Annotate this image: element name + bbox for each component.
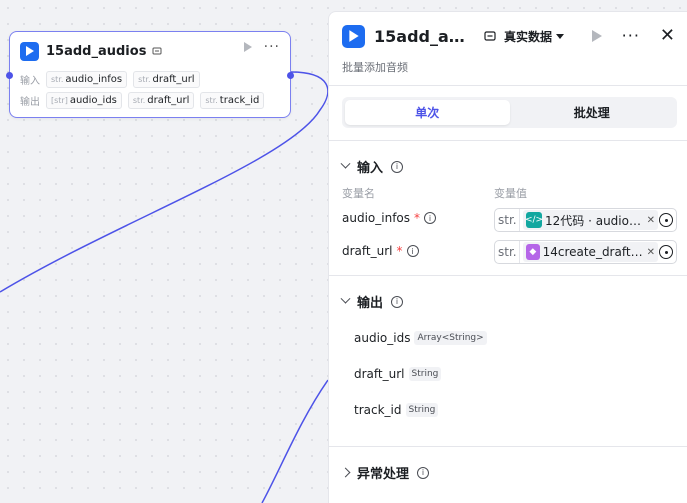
node-card-15add-audios[interactable]: 15add_audios ··· 输入 str. audio_infos str… [6, 31, 294, 118]
column-header-name: 变量名 [342, 187, 375, 200]
wire-in [261, 379, 329, 503]
plugin-logo-icon [342, 24, 365, 48]
info-icon[interactable]: i [424, 212, 437, 224]
param-audio-infos: audio_infos * i [342, 211, 437, 225]
output-section-header[interactable]: 输出 i [340, 292, 404, 311]
type-tag: String [405, 403, 439, 417]
type-tag: Array<String> [414, 331, 487, 345]
outputs-label: 输出 [20, 97, 40, 108]
info-icon[interactable]: i [391, 295, 404, 308]
panel-header: 15add_au… 真实数据 ··· ✕ [342, 23, 675, 49]
tab-single[interactable]: 单次 [345, 100, 510, 125]
divider [329, 446, 687, 447]
node-title: 15add_audios [46, 43, 147, 59]
info-icon[interactable]: i [406, 245, 419, 257]
test-tube-icon [152, 47, 162, 55]
node-header: 15add_audios [20, 41, 162, 61]
variable-picker-icon[interactable] [659, 245, 673, 259]
run-mode-tabs: 单次 批处理 [342, 97, 677, 128]
test-tube-icon[interactable] [484, 30, 496, 42]
node-output-chip: str. track_id [200, 92, 265, 109]
node-inputs-row: 输入 str. audio_infos str. draft_url [20, 71, 200, 88]
node-outputs-row: 输出 [str] audio_ids str. draft_url str. t… [20, 92, 265, 109]
audio-infos-value-field[interactable]: str. </> 12代码 · audioD… ✕ [494, 208, 677, 232]
node-output-chip: [str] audio_ids [46, 92, 122, 109]
type-tag: String [408, 367, 442, 381]
divider [329, 140, 687, 141]
plugin-node-icon: ◆ [526, 244, 540, 260]
param-draft-url: draft_url * i [342, 244, 419, 258]
output-item: audio_ids Array<String> [354, 331, 487, 345]
output-item: track_id String [354, 403, 439, 417]
input-port[interactable] [6, 72, 13, 79]
variable-picker-icon[interactable] [659, 213, 673, 227]
remove-reference-icon[interactable]: ✕ [647, 247, 655, 258]
node-input-chip: str. audio_infos [46, 71, 128, 88]
node-run-icon[interactable] [243, 42, 252, 52]
column-header-value: 变量值 [494, 187, 527, 200]
close-button[interactable]: ✕ [660, 27, 675, 45]
chevron-down-icon [340, 293, 351, 304]
remove-reference-icon[interactable]: ✕ [647, 215, 655, 226]
more-button[interactable]: ··· [622, 28, 640, 44]
divider [329, 85, 687, 86]
output-port[interactable] [287, 72, 294, 79]
chevron-down-icon [340, 158, 351, 169]
divider [329, 275, 687, 276]
variable-reference-chip[interactable]: ◆ 14create_draft · d… ✕ [523, 242, 658, 262]
panel-title[interactable]: 15add_au… [374, 27, 472, 46]
draft-url-value-field[interactable]: str. ◆ 14create_draft · d… ✕ [494, 240, 677, 264]
plugin-logo-icon [20, 41, 39, 61]
output-item: draft_url String [354, 367, 442, 381]
input-section-header[interactable]: 输入 i [340, 157, 404, 176]
run-icon[interactable] [591, 30, 602, 42]
data-mode-dropdown[interactable]: 真实数据 [504, 28, 565, 45]
variable-reference-chip[interactable]: </> 12代码 · audioD… ✕ [523, 210, 658, 230]
node-config-panel: 15add_au… 真实数据 ··· ✕ 批量添加音频 单次 批处理 输入 i … [328, 11, 687, 503]
inputs-label: 输入 [20, 76, 40, 87]
code-node-icon: </> [525, 212, 543, 228]
chevron-down-icon [556, 33, 565, 39]
info-icon[interactable]: i [417, 466, 430, 479]
node-input-chip: str. draft_url [133, 71, 200, 88]
exception-section-header[interactable]: 异常处理 i [340, 463, 430, 482]
info-icon[interactable]: i [391, 160, 404, 173]
chevron-right-icon [340, 467, 351, 478]
tab-batch[interactable]: 批处理 [510, 100, 675, 125]
node-output-chip: str. draft_url [127, 92, 195, 109]
panel-subtitle: 批量添加音频 [342, 61, 408, 74]
node-more-button[interactable]: ··· [264, 40, 280, 54]
